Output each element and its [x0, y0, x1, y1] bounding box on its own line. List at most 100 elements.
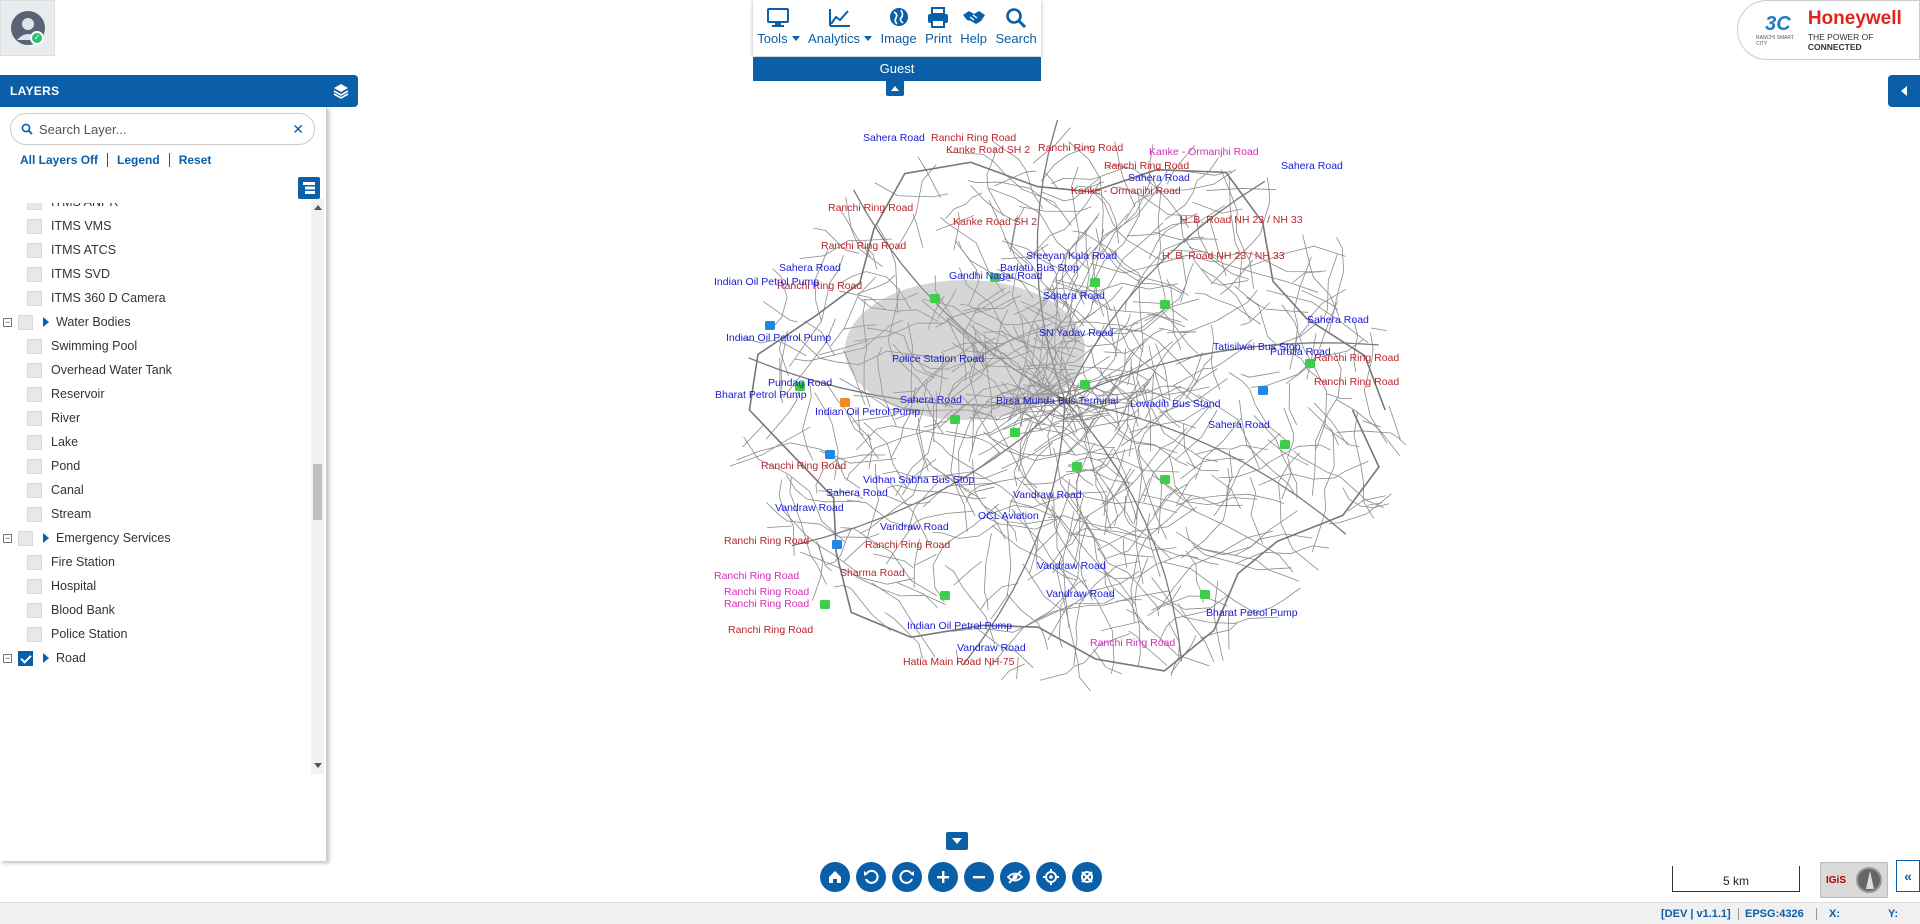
layer-checkbox[interactable]: [27, 362, 42, 378]
clear-button[interactable]: [1072, 862, 1102, 892]
hide-button[interactable]: [1000, 862, 1030, 892]
layer-item[interactable]: ITMS 360 D Camera: [27, 286, 166, 310]
zoom-in-button[interactable]: [928, 862, 958, 892]
layer-item[interactable]: Canal: [27, 478, 84, 502]
layer-checkbox[interactable]: [27, 602, 42, 618]
toolbar-help-button[interactable]: Help: [960, 6, 987, 56]
poi-marker-icon[interactable]: [1072, 462, 1082, 471]
layer-checkbox[interactable]: [27, 434, 42, 450]
map-road-label: Vandraw Road: [1037, 560, 1106, 572]
caret-right-icon[interactable]: [43, 533, 49, 543]
toolbar-tools-button[interactable]: Tools: [757, 6, 800, 56]
poi-marker-icon[interactable]: [1090, 278, 1100, 287]
scroll-up-icon[interactable]: [314, 205, 322, 210]
poi-marker-icon[interactable]: [765, 321, 775, 330]
poi-marker-icon[interactable]: [825, 450, 835, 459]
road-line: [1228, 372, 1290, 444]
poi-marker-icon[interactable]: [930, 294, 940, 303]
user-avatar[interactable]: ✓: [0, 0, 55, 56]
legend-link[interactable]: Legend: [117, 153, 160, 167]
layer-item[interactable]: Overhead Water Tank: [27, 358, 172, 382]
layer-checkbox[interactable]: [27, 410, 42, 426]
poi-marker-icon[interactable]: [832, 540, 842, 549]
layer-checkbox[interactable]: [27, 554, 42, 570]
toolbar-search-button[interactable]: Search: [996, 6, 1037, 56]
collapse-group-icon[interactable]: −: [3, 317, 12, 327]
poi-marker-icon[interactable]: [1280, 440, 1290, 449]
layer-item[interactable]: ITMS VMS: [27, 214, 111, 238]
layer-checkbox[interactable]: [18, 530, 33, 546]
layer-item[interactable]: ITMS SVD: [27, 262, 110, 286]
layer-checkbox[interactable]: [27, 626, 42, 642]
layer-item[interactable]: ITMS ATCS: [27, 238, 116, 262]
layer-item[interactable]: Swimming Pool: [27, 334, 137, 358]
toolbar-analytics-button[interactable]: Analytics: [808, 6, 873, 56]
layer-checkbox[interactable]: [27, 242, 42, 258]
layer-item[interactable]: Hospital: [27, 574, 96, 598]
map-road-label: Ranchi Ring Road: [865, 539, 951, 551]
poi-marker-icon[interactable]: [1160, 300, 1170, 309]
collapse-group-icon[interactable]: −: [3, 653, 12, 663]
scrollbar-thumb[interactable]: [313, 464, 322, 520]
road-line: [833, 584, 891, 632]
layer-group[interactable]: − Road: [3, 646, 86, 670]
expand-bottom-panel-button[interactable]: [946, 832, 968, 850]
poi-marker-icon[interactable]: [940, 591, 950, 600]
poi-marker-icon[interactable]: [1160, 475, 1170, 484]
compass-icon[interactable]: [1855, 867, 1882, 893]
layer-tree-tool-button[interactable]: [298, 177, 320, 199]
zoom-out-button[interactable]: [964, 862, 994, 892]
layer-checkbox[interactable]: [18, 314, 33, 330]
poi-marker-icon[interactable]: [820, 600, 830, 609]
collapse-group-icon[interactable]: −: [3, 533, 12, 543]
poi-marker-icon[interactable]: [950, 415, 960, 424]
layer-item[interactable]: Reservoir: [27, 382, 105, 406]
layer-checkbox[interactable]: [27, 290, 42, 306]
layer-checkbox[interactable]: [27, 338, 42, 354]
redo-button[interactable]: [892, 862, 922, 892]
collapse-toolbar-button[interactable]: [886, 81, 904, 96]
layer-group[interactable]: − Emergency Services: [3, 526, 171, 550]
expand-right-panel-button[interactable]: «: [1896, 860, 1920, 892]
layer-item[interactable]: Lake: [27, 430, 78, 454]
layer-checkbox[interactable]: [27, 203, 42, 210]
layer-checkbox[interactable]: [27, 458, 42, 474]
layer-search-input[interactable]: [39, 121, 293, 137]
caret-right-icon[interactable]: [43, 317, 49, 327]
layer-checkbox[interactable]: [18, 650, 33, 666]
layers-stack-icon[interactable]: [332, 82, 350, 100]
layer-checkbox[interactable]: [27, 266, 42, 282]
layer-label: Blood Bank: [51, 603, 115, 617]
clear-search-icon[interactable]: ✕: [292, 121, 304, 138]
layer-item[interactable]: Blood Bank: [27, 598, 115, 622]
layer-item[interactable]: Police Station: [27, 622, 127, 646]
poi-marker-icon[interactable]: [1258, 386, 1268, 395]
home-button[interactable]: [820, 862, 850, 892]
layer-item[interactable]: Fire Station: [27, 550, 115, 574]
map-canvas[interactable]: Sahera Road Ranchi Ring Road Kanke Road SH…: [700, 110, 1430, 730]
layer-tree-scrollbar[interactable]: [311, 199, 324, 774]
layer-checkbox[interactable]: [27, 386, 42, 402]
reset-link[interactable]: Reset: [179, 153, 212, 167]
road-line: [1388, 406, 1401, 440]
undo-button[interactable]: [856, 862, 886, 892]
all-layers-off-link[interactable]: All Layers Off: [20, 153, 98, 167]
layer-checkbox[interactable]: [27, 578, 42, 594]
layer-group[interactable]: − Water Bodies: [3, 310, 131, 334]
poi-marker-icon[interactable]: [1080, 380, 1090, 389]
caret-right-icon[interactable]: [43, 653, 49, 663]
locate-button[interactable]: [1036, 862, 1066, 892]
layer-checkbox[interactable]: [27, 482, 42, 498]
poi-marker-icon[interactable]: [1010, 428, 1020, 437]
layer-item[interactable]: Pond: [27, 454, 80, 478]
layer-item[interactable]: ITMS ANPR: [27, 203, 118, 214]
layer-checkbox[interactable]: [27, 506, 42, 522]
layer-checkbox[interactable]: [27, 218, 42, 234]
toolbar-print-button[interactable]: Print: [925, 6, 952, 56]
scroll-down-icon[interactable]: [314, 763, 322, 768]
layer-item[interactable]: River: [27, 406, 80, 430]
toolbar-image-button[interactable]: Image: [881, 6, 917, 56]
layer-item[interactable]: Stream: [27, 502, 91, 526]
open-right-panel-button[interactable]: [1888, 75, 1920, 107]
poi-marker-icon[interactable]: [1200, 590, 1210, 599]
